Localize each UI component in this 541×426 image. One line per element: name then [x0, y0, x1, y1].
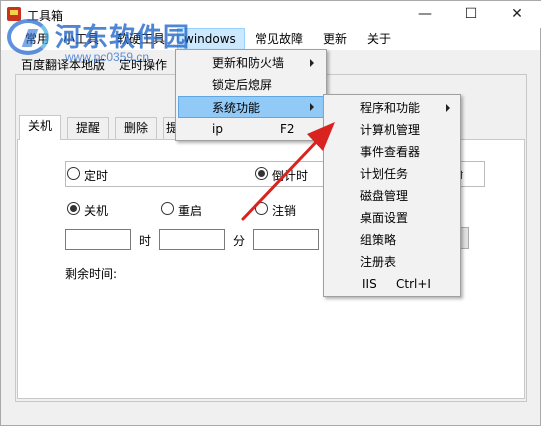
menu-item-group-policy[interactable]: 组策略 — [326, 229, 458, 251]
radio-restart[interactable] — [161, 202, 174, 215]
menu-windows[interactable]: windows — [177, 28, 245, 50]
menu-item-iis[interactable]: IIS Ctrl+I — [326, 273, 458, 295]
submenu-arrow-icon — [310, 103, 314, 111]
radio-shutdown-label: 关机 — [84, 204, 109, 218]
menu-common-faults[interactable]: 常见故障 — [249, 28, 309, 50]
menu-item-programs-features-label: 程序和功能 — [360, 101, 421, 115]
app-window: 工具箱 — ☐ ✕ 常用 小工具 软硬工具 windows 常见故障 更新 关于… — [0, 0, 541, 426]
menu-item-ip-shortcut: F2 — [280, 122, 295, 136]
menu-item-registry[interactable]: 注册表 — [326, 251, 458, 273]
radio-countdown[interactable] — [255, 167, 268, 180]
tab-shutdown[interactable]: 关机 — [19, 115, 62, 140]
title-bar: 工具箱 — ☐ ✕ — [1, 1, 541, 28]
menu-about[interactable]: 关于 — [361, 28, 397, 50]
submenu-arrow-icon — [310, 59, 314, 67]
menu-item-system-functions[interactable]: 系统功能 — [178, 96, 324, 118]
minutes-input[interactable] — [159, 229, 225, 250]
system-functions-menu: 程序和功能 计算机管理 事件查看器 计划任务 磁盘管理 桌面设置 组策略 注册表… — [323, 94, 461, 297]
menu-item-desktop-settings[interactable]: 桌面设置 — [326, 207, 458, 229]
radio-logoff-label: 注销 — [272, 204, 297, 218]
menu-item-event-viewer[interactable]: 事件查看器 — [326, 141, 458, 163]
menu-item-ip[interactable]: ip F2 — [178, 118, 324, 140]
minutes-unit-label: 分 — [233, 234, 246, 248]
submenu-arrow-icon — [446, 104, 450, 112]
menu-item-task-scheduler-label: 计划任务 — [360, 167, 409, 181]
hours-input[interactable] — [65, 229, 131, 250]
menu-item-lock-screen-off-label: 锁定后熄屏 — [212, 78, 273, 92]
menu-item-programs-features[interactable]: 程序和功能 — [326, 97, 458, 119]
remaining-time-label: 剩余时间: — [65, 267, 118, 281]
radio-timed[interactable] — [67, 167, 80, 180]
radio-timed-label: 定时 — [84, 169, 109, 183]
menu-item-iis-shortcut: Ctrl+I — [396, 277, 431, 291]
menu-item-desktop-settings-label: 桌面设置 — [360, 211, 409, 225]
menu-item-computer-management-label: 计算机管理 — [360, 123, 421, 137]
minimize-button[interactable]: — — [402, 1, 448, 28]
menu-item-disk-management-label: 磁盘管理 — [360, 189, 409, 203]
seconds-input[interactable] — [253, 229, 319, 250]
menu-common[interactable]: 常用 — [19, 28, 55, 50]
menu-item-update-firewall-label: 更新和防火墙 — [212, 56, 285, 70]
toolbox-icon — [7, 7, 21, 21]
menu-item-computer-management[interactable]: 计算机管理 — [326, 119, 458, 141]
maximize-button[interactable]: ☐ — [448, 1, 494, 28]
menu-bar: 常用 小工具 软硬工具 windows 常见故障 更新 关于 — [1, 28, 540, 50]
menu-item-iis-label: IIS — [362, 277, 377, 291]
menu-item-registry-label: 注册表 — [360, 255, 397, 269]
menu-item-event-viewer-label: 事件查看器 — [360, 145, 421, 159]
windows-menu: 更新和防火墙 锁定后熄屏 系统功能 ip F2 — [175, 49, 327, 141]
menu-small-tools[interactable]: 小工具 — [57, 28, 105, 50]
menu-item-system-functions-label: 系统功能 — [212, 101, 261, 115]
tool-tab-timed-operation[interactable]: 定时操作 — [119, 56, 167, 73]
hours-unit-label: 时 — [139, 234, 152, 248]
radio-logoff[interactable] — [255, 202, 268, 215]
radio-restart-label: 重启 — [178, 204, 203, 218]
tab-reminder[interactable]: 提醒 — [67, 117, 110, 139]
window-title: 工具箱 — [27, 9, 64, 23]
menu-item-ip-label: ip — [212, 122, 223, 136]
menu-item-lock-screen-off[interactable]: 锁定后熄屏 — [178, 74, 324, 96]
radio-shutdown[interactable] — [67, 202, 80, 215]
tool-tab-baidu-translate[interactable]: 百度翻译本地版 — [21, 56, 105, 73]
tab-delete[interactable]: 删除 — [115, 117, 158, 139]
menu-item-disk-management[interactable]: 磁盘管理 — [326, 185, 458, 207]
radio-countdown-label: 倒计时 — [272, 169, 309, 183]
menu-item-update-firewall[interactable]: 更新和防火墙 — [178, 52, 324, 74]
menu-update[interactable]: 更新 — [317, 28, 353, 50]
menu-hardware-tools[interactable]: 软硬工具 — [111, 28, 171, 50]
menu-item-task-scheduler[interactable]: 计划任务 — [326, 163, 458, 185]
menu-item-group-policy-label: 组策略 — [360, 233, 397, 247]
close-button[interactable]: ✕ — [494, 1, 540, 28]
